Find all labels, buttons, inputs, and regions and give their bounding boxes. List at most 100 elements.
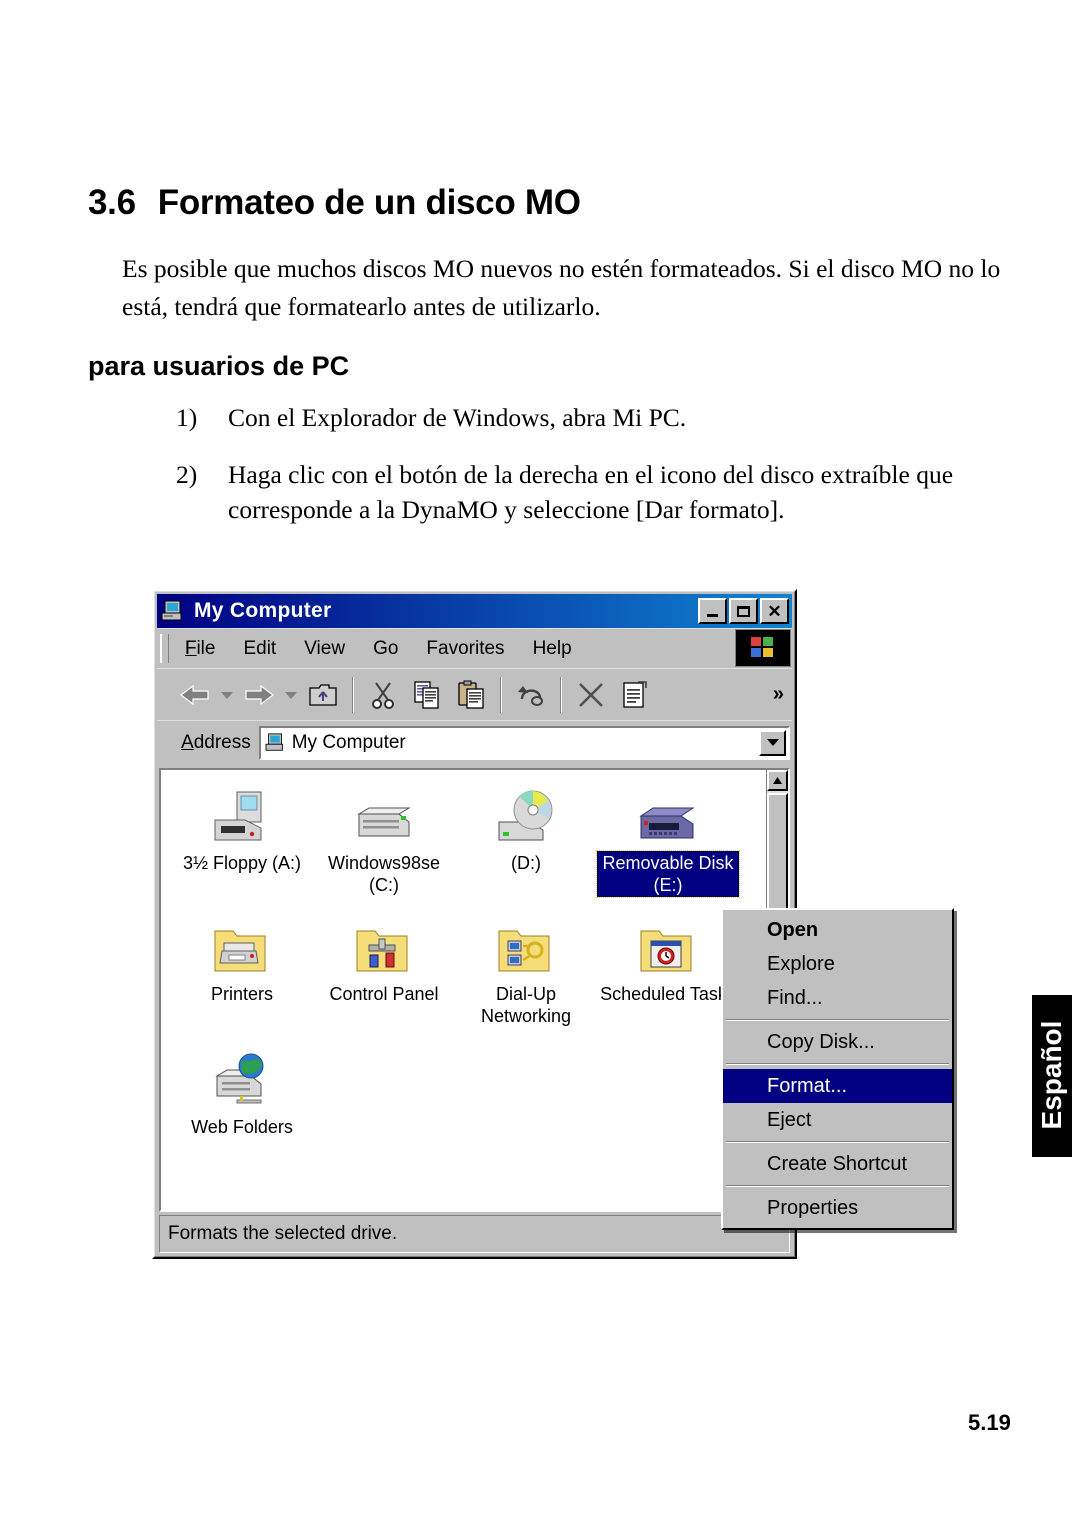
section-title: Formateo de un disco MO <box>157 183 581 222</box>
item-dialup-networking[interactable]: Dial-Up Networking <box>455 913 597 1028</box>
menu-label-file: File <box>184 637 216 659</box>
toolbar-overflow-button[interactable]: » <box>773 683 784 706</box>
printers-folder-icon <box>171 913 313 977</box>
scheduled-tasks-folder-icon <box>597 913 739 977</box>
menu-item-go[interactable]: Go <box>359 638 412 660</box>
page-number: 5.19 <box>968 1410 1011 1435</box>
context-menu-item-create-shortcut[interactable]: Create Shortcut <box>723 1147 952 1181</box>
intro-paragraph: Es posible que muchos discos MO nuevos n… <box>122 254 1001 321</box>
item-label: Scheduled Tasks <box>600 984 736 1004</box>
properties-button[interactable] <box>613 674 657 716</box>
list-item-marker: 2) <box>176 460 198 489</box>
list-item-marker: 1) <box>176 403 198 432</box>
item-control-panel[interactable]: Control Panel <box>313 913 455 1028</box>
address-dropdown-button[interactable] <box>759 729 786 756</box>
menu-item-label: Properties <box>767 1197 859 1219</box>
language-tab-label: Español <box>1036 1020 1067 1130</box>
paste-button[interactable] <box>449 674 493 716</box>
menubar-grip[interactable] <box>160 634 169 663</box>
menu-item-edit[interactable]: Edit <box>229 638 290 660</box>
menu-label-favorites: Favorites <box>426 637 505 659</box>
window-titlebar[interactable]: My Computer ✕ <box>157 594 792 628</box>
cd-drive-icon <box>455 782 597 846</box>
menu-item-label: Eject <box>767 1109 812 1131</box>
icon-grid: 3½ Floppy (A:) Windows98se (C:) (D:) Rem… <box>161 770 766 1210</box>
icon-row: Printers Control Panel Dial-Up Networkin… <box>171 913 766 1028</box>
forward-button[interactable] <box>237 674 281 716</box>
menu-item-file[interactable]: FFile <box>171 638 229 660</box>
icon-row: 3½ Floppy (A:) Windows98se (C:) (D:) Rem… <box>171 782 766 898</box>
document-page: 3.6 Formateo de un disco MO Es posible qu… <box>0 0 1080 1529</box>
undo-button[interactable] <box>509 674 553 716</box>
file-list-area[interactable]: 3½ Floppy (A:) Windows98se (C:) (D:) Rem… <box>159 768 790 1212</box>
window-toolbar[interactable]: » <box>157 668 792 720</box>
scrollbar-thumb[interactable] <box>767 793 788 913</box>
toolbar-separator <box>352 676 354 713</box>
menu-item-label: Find... <box>767 987 823 1009</box>
item-label: 3½ Floppy (A:) <box>182 853 302 873</box>
list-item-text: Haga clic con el botón de la derecha en … <box>228 460 954 524</box>
context-menu-item-format[interactable]: Format... <box>723 1069 952 1103</box>
address-bar[interactable]: Address My Computer <box>157 720 792 764</box>
item-label: Dial-Up Networking <box>480 984 572 1026</box>
control-panel-folder-icon <box>313 913 455 977</box>
my-computer-icon <box>161 600 185 622</box>
my-computer-window[interactable]: My Computer ✕ FFile Edit View Go Favorit… <box>152 589 797 1259</box>
list-item: 2) Haga clic con el botón de la derecha … <box>176 457 1026 527</box>
forward-dropdown-button[interactable] <box>281 674 301 716</box>
context-menu-item-open[interactable]: Open <box>723 913 952 947</box>
removable-disk-icon <box>597 782 739 846</box>
menu-item-view[interactable]: View <box>290 638 359 660</box>
context-menu-item-properties[interactable]: Properties <box>723 1191 952 1225</box>
menu-item-label: Copy Disk... <box>767 1031 875 1053</box>
context-menu-separator <box>726 1019 949 1021</box>
status-text: Formats the selected drive. <box>168 1223 398 1244</box>
status-bar: Formats the selected drive. <box>159 1215 790 1253</box>
menu-label-go: Go <box>373 637 399 659</box>
minimize-icon <box>707 613 718 617</box>
windows-logo-icon <box>735 629 791 667</box>
menu-item-help[interactable]: Help <box>519 638 586 660</box>
back-dropdown-button[interactable] <box>217 674 237 716</box>
close-icon: ✕ <box>767 601 782 621</box>
item-scheduled-tasks[interactable]: Scheduled Tasks <box>597 913 739 1028</box>
menu-item-label: Open <box>767 919 819 941</box>
menu-label-edit: Edit <box>243 637 277 659</box>
hard-disk-icon <box>313 782 455 846</box>
menu-item-label: Format... <box>767 1075 848 1097</box>
address-label: Address <box>181 731 251 753</box>
scroll-up-button[interactable] <box>767 770 788 791</box>
context-menu-item-explore[interactable]: Explore <box>723 947 952 981</box>
window-menubar[interactable]: FFile Edit View Go Favorites Help <box>157 628 792 668</box>
context-menu-item-copy-disk[interactable]: Copy Disk... <box>723 1025 952 1059</box>
window-controls: ✕ <box>698 598 789 624</box>
window-title: My Computer <box>194 599 332 622</box>
window-inner-frame: My Computer ✕ FFile Edit View Go Favorit… <box>154 591 795 1257</box>
copy-button[interactable] <box>405 674 449 716</box>
page-title: 3.6 Formateo de un disco MO <box>88 183 581 223</box>
item-cd-d[interactable]: (D:) <box>455 782 597 897</box>
back-button[interactable] <box>173 674 217 716</box>
item-hdd-c[interactable]: Windows98se (C:) <box>313 782 455 897</box>
item-floppy-a[interactable]: 3½ Floppy (A:) <box>171 782 313 897</box>
cut-button[interactable] <box>361 674 405 716</box>
maximize-button[interactable] <box>729 598 758 624</box>
dialup-folder-icon <box>455 913 597 977</box>
delete-button[interactable] <box>569 674 613 716</box>
item-label: Control Panel <box>329 984 439 1004</box>
context-menu-item-eject[interactable]: Eject <box>723 1103 952 1137</box>
item-web-folders[interactable]: Web Folders <box>171 1046 313 1139</box>
item-removable-e[interactable]: Removable Disk (E:) <box>596 782 740 898</box>
item-label: Web Folders <box>191 1117 293 1137</box>
context-menu[interactable]: Open Explore Find... Copy Disk... Format… <box>721 908 954 1230</box>
address-input[interactable]: My Computer <box>258 725 790 760</box>
item-printers[interactable]: Printers <box>171 913 313 1028</box>
close-button[interactable]: ✕ <box>760 598 789 624</box>
list-item: 1) Con el Explorador de Windows, abra Mi… <box>176 400 1026 435</box>
up-button[interactable] <box>301 674 345 716</box>
minimize-button[interactable] <box>698 598 727 624</box>
menu-item-favorites[interactable]: Favorites <box>412 638 518 660</box>
language-tab: Español <box>1032 995 1072 1157</box>
menu-items: FFile Edit View Go Favorites Help <box>171 629 735 668</box>
context-menu-item-find[interactable]: Find... <box>723 981 952 1015</box>
